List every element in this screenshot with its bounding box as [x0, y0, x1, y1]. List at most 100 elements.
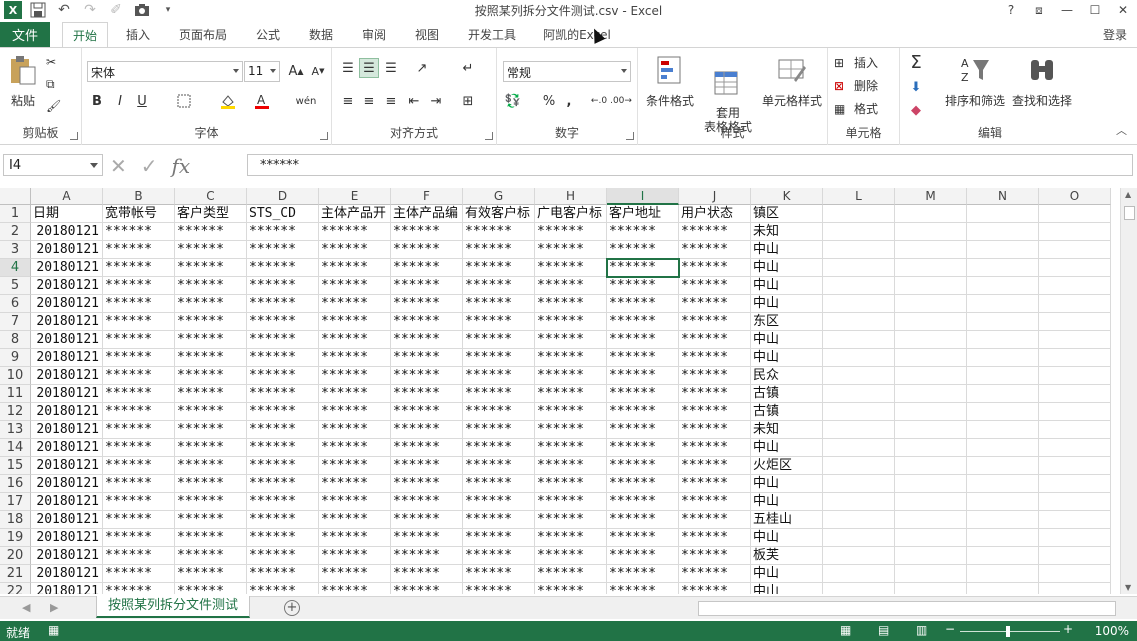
- cell-j5[interactable]: ******: [679, 277, 751, 295]
- cell-d1[interactable]: STS_CD: [247, 205, 319, 223]
- cell-f10[interactable]: ******: [391, 367, 463, 385]
- cell-k22[interactable]: 中山: [751, 583, 823, 594]
- cell-l8[interactable]: [823, 331, 895, 349]
- formula-input[interactable]: ******: [247, 154, 1133, 176]
- cancel-icon[interactable]: ✕: [110, 154, 127, 178]
- decrease-indent-icon[interactable]: ⇤: [404, 91, 424, 111]
- cell-g1[interactable]: 有效客户标: [463, 205, 535, 223]
- cell-n22[interactable]: [967, 583, 1039, 594]
- cell-h1[interactable]: 广电客户标: [535, 205, 607, 223]
- cell-d8[interactable]: ******: [247, 331, 319, 349]
- cell-k12[interactable]: 古镇: [751, 403, 823, 421]
- row-header[interactable]: 4: [0, 259, 31, 277]
- cell-c4[interactable]: ******: [175, 259, 247, 277]
- cell-g15[interactable]: ******: [463, 457, 535, 475]
- cell-n18[interactable]: [967, 511, 1039, 529]
- cell-h22[interactable]: ******: [535, 583, 607, 594]
- cell-k8[interactable]: 中山: [751, 331, 823, 349]
- cell-a16[interactable]: 20180121: [31, 475, 103, 493]
- align-top-icon[interactable]: ☰: [338, 58, 358, 78]
- ribbon-display-button[interactable]: ⧈: [1025, 0, 1053, 20]
- cell-n12[interactable]: [967, 403, 1039, 421]
- zoom-slider[interactable]: [960, 631, 1060, 632]
- cell-a2[interactable]: 20180121: [31, 223, 103, 241]
- cell-c8[interactable]: ******: [175, 331, 247, 349]
- zoom-in-icon[interactable]: +: [1063, 622, 1073, 636]
- minimize-button[interactable]: —: [1053, 0, 1081, 20]
- cell-d4[interactable]: ******: [247, 259, 319, 277]
- cell-j15[interactable]: ******: [679, 457, 751, 475]
- cell-c10[interactable]: ******: [175, 367, 247, 385]
- find-select-button[interactable]: 查找和选择: [1008, 54, 1076, 109]
- cell-c18[interactable]: ******: [175, 511, 247, 529]
- cell-m3[interactable]: [895, 241, 967, 259]
- cell-styles-button[interactable]: 单元格样式: [758, 54, 826, 109]
- cell-a15[interactable]: 20180121: [31, 457, 103, 475]
- cell-k4[interactable]: 中山: [751, 259, 823, 277]
- cell-l5[interactable]: [823, 277, 895, 295]
- cell-f1[interactable]: 主体产品编: [391, 205, 463, 223]
- tab-custom-addin[interactable]: 阿凯的Excel: [538, 22, 616, 47]
- cell-l12[interactable]: [823, 403, 895, 421]
- cell-h7[interactable]: ******: [535, 313, 607, 331]
- cell-c20[interactable]: ******: [175, 547, 247, 565]
- cell-m16[interactable]: [895, 475, 967, 493]
- row-header[interactable]: 14: [0, 439, 31, 457]
- row-header[interactable]: 15: [0, 457, 31, 475]
- cell-k11[interactable]: 古镇: [751, 385, 823, 403]
- cell-l1[interactable]: [823, 205, 895, 223]
- cell-i16[interactable]: ******: [607, 475, 679, 493]
- column-header-n[interactable]: N: [967, 188, 1039, 205]
- cell-j17[interactable]: ******: [679, 493, 751, 511]
- cell-g17[interactable]: ******: [463, 493, 535, 511]
- cell-o1[interactable]: [1039, 205, 1111, 223]
- cell-j12[interactable]: ******: [679, 403, 751, 421]
- cell-b4[interactable]: ******: [103, 259, 175, 277]
- cell-h16[interactable]: ******: [535, 475, 607, 493]
- cell-l7[interactable]: [823, 313, 895, 331]
- cell-m7[interactable]: [895, 313, 967, 331]
- cell-i2[interactable]: ******: [607, 223, 679, 241]
- tab-view[interactable]: 视图: [405, 22, 449, 47]
- cell-o17[interactable]: [1039, 493, 1111, 511]
- cell-c7[interactable]: ******: [175, 313, 247, 331]
- cell-e21[interactable]: ******: [319, 565, 391, 583]
- cell-d13[interactable]: ******: [247, 421, 319, 439]
- cell-m17[interactable]: [895, 493, 967, 511]
- row-header[interactable]: 13: [0, 421, 31, 439]
- cell-h15[interactable]: ******: [535, 457, 607, 475]
- cell-h6[interactable]: ******: [535, 295, 607, 313]
- row-header[interactable]: 11: [0, 385, 31, 403]
- cell-o12[interactable]: [1039, 403, 1111, 421]
- row-header[interactable]: 21: [0, 565, 31, 583]
- cell-e12[interactable]: ******: [319, 403, 391, 421]
- cell-l6[interactable]: [823, 295, 895, 313]
- cell-m19[interactable]: [895, 529, 967, 547]
- cell-c15[interactable]: ******: [175, 457, 247, 475]
- cell-b17[interactable]: ******: [103, 493, 175, 511]
- cell-b21[interactable]: ******: [103, 565, 175, 583]
- help-button[interactable]: ?: [997, 0, 1025, 20]
- cell-c19[interactable]: ******: [175, 529, 247, 547]
- cell-o5[interactable]: [1039, 277, 1111, 295]
- cell-k10[interactable]: 民众: [751, 367, 823, 385]
- cell-n17[interactable]: [967, 493, 1039, 511]
- cell-o19[interactable]: [1039, 529, 1111, 547]
- cell-a21[interactable]: 20180121: [31, 565, 103, 583]
- cell-e22[interactable]: ******: [319, 583, 391, 594]
- cell-g2[interactable]: ******: [463, 223, 535, 241]
- cell-j20[interactable]: ******: [679, 547, 751, 565]
- cell-b11[interactable]: ******: [103, 385, 175, 403]
- prev-sheet-icon[interactable]: ◀: [22, 601, 30, 614]
- cell-m15[interactable]: [895, 457, 967, 475]
- cell-e4[interactable]: ******: [319, 259, 391, 277]
- cell-f7[interactable]: ******: [391, 313, 463, 331]
- cell-e8[interactable]: ******: [319, 331, 391, 349]
- cell-d2[interactable]: ******: [247, 223, 319, 241]
- sort-filter-button[interactable]: AZ 排序和筛选: [942, 54, 1008, 109]
- cell-j13[interactable]: ******: [679, 421, 751, 439]
- tab-review[interactable]: 审阅: [352, 22, 396, 47]
- percent-button[interactable]: %: [539, 91, 559, 111]
- cell-f3[interactable]: ******: [391, 241, 463, 259]
- cell-a17[interactable]: 20180121: [31, 493, 103, 511]
